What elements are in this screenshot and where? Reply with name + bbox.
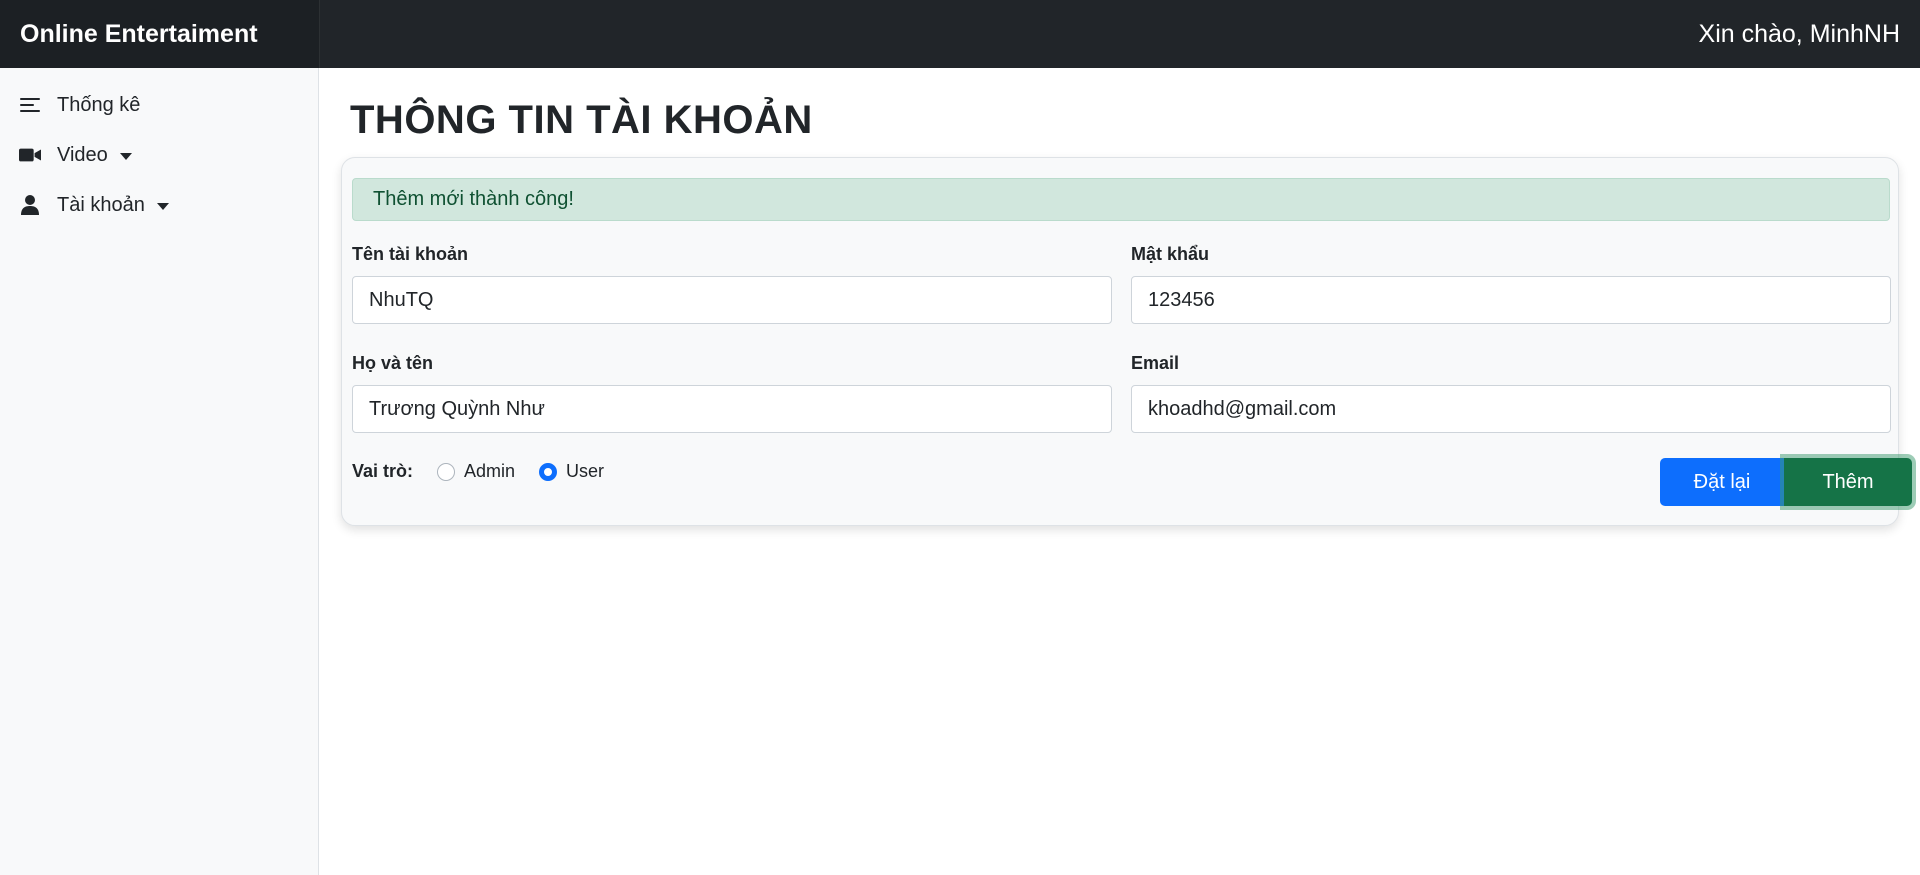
email-label: Email [1131, 353, 1180, 373]
username-field[interactable] [352, 276, 1112, 324]
radio-user[interactable] [539, 462, 558, 481]
role-selector: Vai trò: Admin User [352, 461, 628, 482]
email-field[interactable] [1131, 385, 1891, 433]
add-button[interactable]: Thêm [1784, 458, 1912, 506]
success-alert: Thêm mới thành công! [352, 178, 1890, 221]
role-option-label: User [566, 461, 605, 481]
password-field[interactable] [1131, 276, 1891, 324]
username-label: Tên tài khoản [352, 244, 469, 264]
chevron-down-icon [119, 152, 132, 160]
sidebar-item-statistics[interactable]: Thống kê [0, 80, 318, 130]
top-navbar: Online Entertaiment Xin chào, MinhNH [0, 0, 1920, 68]
role-option-label: Admin [464, 461, 516, 481]
video-camera-icon [19, 144, 41, 166]
list-icon [19, 94, 41, 116]
page-title: THÔNG TIN TÀI KHOẢN [350, 98, 813, 142]
brand-logo[interactable]: Online Entertaiment [0, 0, 319, 68]
sidebar-item-label: Tài khoản [57, 193, 145, 216]
sidebar-item-label: Video [57, 143, 108, 166]
user-greeting[interactable]: Xin chào, MinhNH [1699, 0, 1900, 68]
sidebar-item-label: Thống kê [57, 93, 141, 116]
role-option-user[interactable]: User [539, 461, 604, 482]
fullname-label: Họ và tên [352, 353, 434, 373]
chevron-down-icon [156, 202, 169, 210]
fullname-field[interactable] [352, 385, 1112, 433]
main-content: THÔNG TIN TÀI KHOẢN Thêm mới thành công!… [320, 68, 1920, 875]
role-label: Vai trò: [352, 461, 414, 481]
sidebar-item-video[interactable]: Video [0, 130, 318, 180]
sidebar: Thống kê Video Tài khoản [0, 68, 319, 875]
user-icon [19, 194, 41, 216]
reset-button[interactable]: Đặt lại [1660, 458, 1784, 506]
role-option-admin[interactable]: Admin [437, 461, 515, 482]
password-label: Mật khẩu [1131, 244, 1210, 264]
sidebar-item-account[interactable]: Tài khoản [0, 180, 318, 230]
radio-admin[interactable] [437, 462, 456, 481]
account-form-card: Thêm mới thành công! Tên tài khoản Mật k… [341, 157, 1912, 526]
